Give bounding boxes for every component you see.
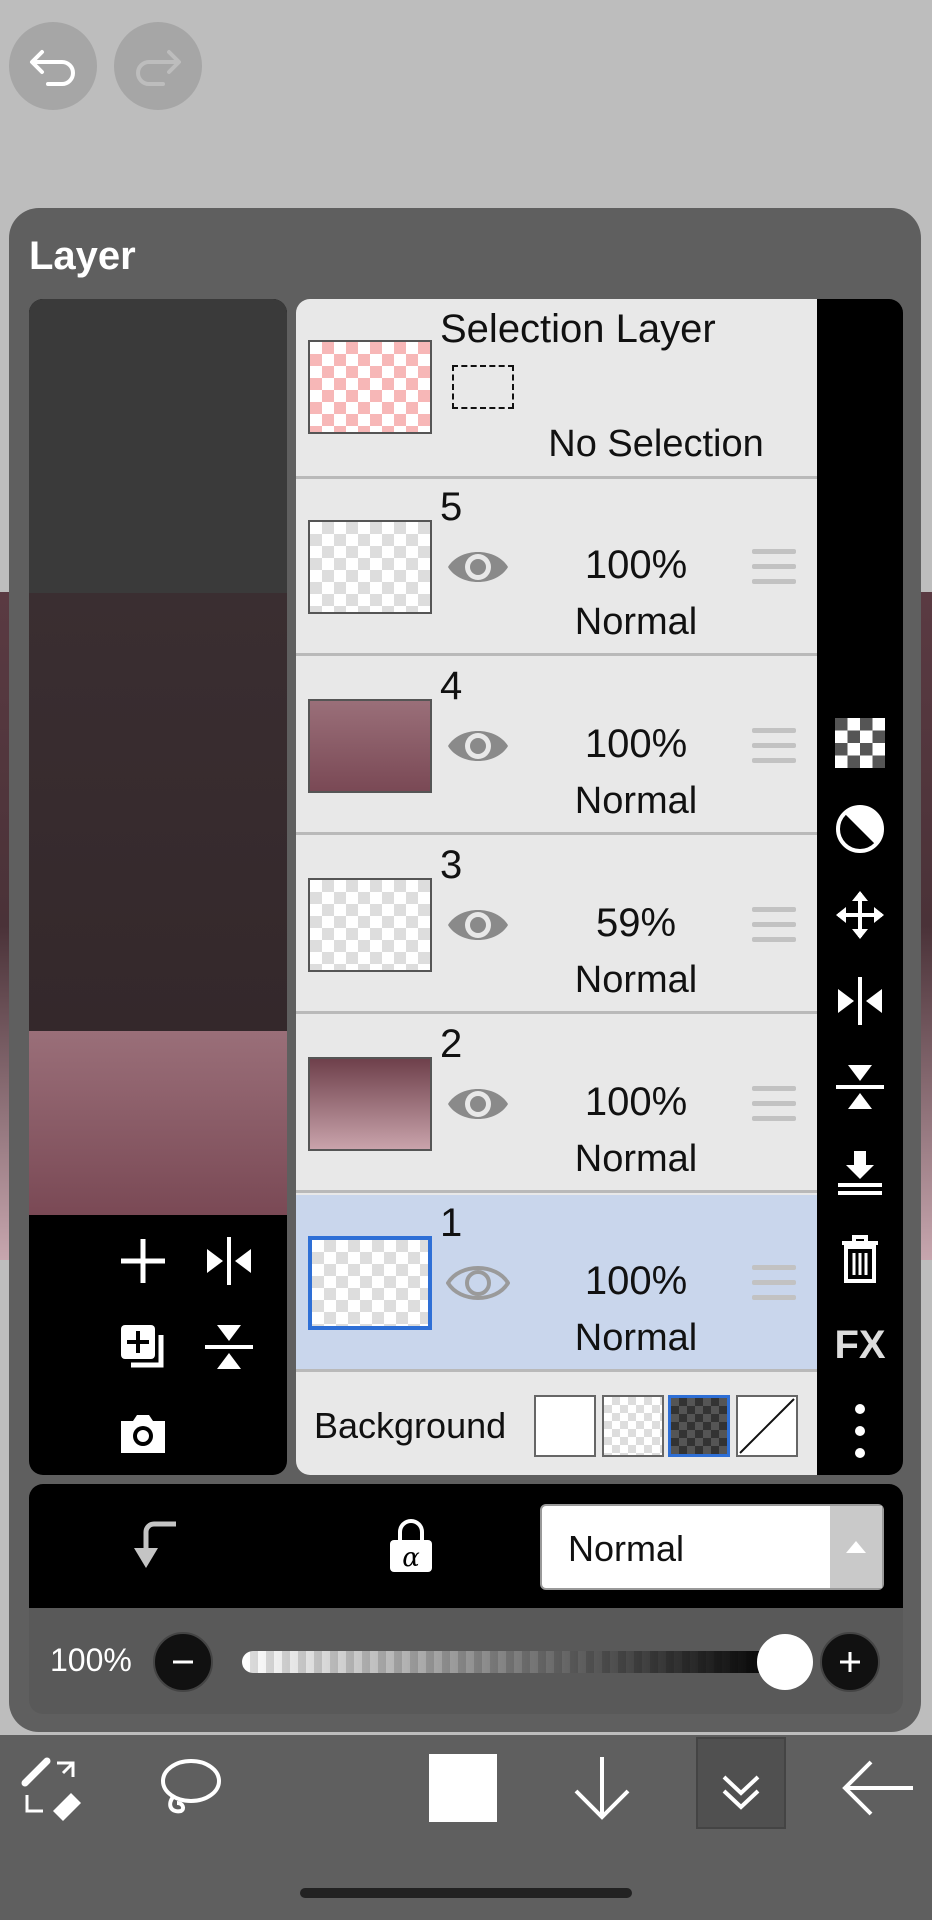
layer-opacity[interactable]: 100% xyxy=(546,543,726,588)
invert-icon[interactable] xyxy=(830,799,890,859)
selection-layer-row[interactable]: Selection Layer No Selection xyxy=(296,299,817,479)
layer-number: 4 xyxy=(440,664,463,708)
layer-blend-mode[interactable]: Normal xyxy=(546,1317,726,1360)
selection-layer-title: Selection Layer xyxy=(440,307,716,351)
flip-horizontal-icon[interactable] xyxy=(830,971,890,1031)
layer-opacity[interactable]: 100% xyxy=(546,722,726,767)
flip-vertical-icon[interactable] xyxy=(199,1317,259,1377)
layer-opacity[interactable]: 59% xyxy=(546,901,726,946)
opacity-slider-thumb[interactable] xyxy=(757,1634,813,1690)
layer-list: Selection Layer No Selection 5 100% Norm… xyxy=(296,299,817,1475)
layer-thumbnail xyxy=(308,878,432,972)
move-icon[interactable] xyxy=(830,885,890,945)
opacity-value: 100% xyxy=(50,1642,132,1678)
visibility-eye-icon[interactable] xyxy=(446,899,510,951)
lasso-icon[interactable] xyxy=(150,1748,230,1828)
background-row: Background xyxy=(296,1375,817,1475)
double-chevron-down-icon xyxy=(722,1775,760,1810)
visibility-eye-icon[interactable] xyxy=(446,1257,510,1309)
color-swatch[interactable] xyxy=(423,1748,503,1828)
layer-number: 5 xyxy=(440,485,463,529)
merge-down-icon[interactable] xyxy=(830,1143,890,1203)
layer-opacity[interactable]: 100% xyxy=(546,1080,726,1125)
drag-handle-icon[interactable] xyxy=(752,1086,796,1122)
layer-number: 2 xyxy=(440,1022,463,1066)
visibility-eye-icon[interactable] xyxy=(446,1078,510,1130)
layer-blend-mode[interactable]: Normal xyxy=(546,959,726,1002)
visibility-eye-icon[interactable] xyxy=(446,720,510,772)
checkerboard-icon[interactable] xyxy=(830,713,890,773)
selection-marquee-icon xyxy=(452,365,514,409)
opacity-slider[interactable] xyxy=(242,1651,782,1673)
duplicate-layer-icon[interactable] xyxy=(113,1317,173,1377)
layer-blend-mode[interactable]: Normal xyxy=(546,1138,726,1181)
layer-thumbnail xyxy=(308,1057,432,1151)
trash-icon[interactable] xyxy=(830,1229,890,1289)
layer-blend-mode[interactable]: Normal xyxy=(546,601,726,644)
opacity-increase-button[interactable] xyxy=(820,1632,880,1692)
layer-thumbnail xyxy=(308,699,432,793)
redo-button[interactable] xyxy=(114,22,202,110)
drag-handle-icon[interactable] xyxy=(752,549,796,585)
layer-row-5[interactable]: 5 100% Normal xyxy=(296,479,817,656)
layer-row-2[interactable]: 2 100% Normal xyxy=(296,1016,817,1193)
back-arrow-icon[interactable] xyxy=(838,1748,918,1828)
visibility-eye-icon[interactable] xyxy=(446,541,510,593)
drag-handle-icon[interactable] xyxy=(752,907,796,943)
blend-mode-value: Normal xyxy=(568,1528,685,1569)
layer-row-3[interactable]: 3 59% Normal xyxy=(296,837,817,1014)
bg-transparent-light-swatch[interactable] xyxy=(602,1395,664,1457)
selection-layer-thumbnail xyxy=(308,340,432,434)
arrow-down-icon[interactable] xyxy=(562,1748,642,1828)
redo-icon xyxy=(136,50,181,86)
chevron-up-icon xyxy=(830,1506,882,1588)
selection-status: No Selection xyxy=(548,423,764,465)
undo-button[interactable] xyxy=(9,22,97,110)
layer-tools-sidebar: FX xyxy=(817,299,903,1475)
flip-vertical-icon[interactable] xyxy=(830,1057,890,1117)
drag-handle-icon[interactable] xyxy=(752,1265,796,1301)
artwork-thumbnail[interactable] xyxy=(29,1031,287,1215)
more-options-icon[interactable] xyxy=(830,1401,890,1461)
bg-none-swatch[interactable] xyxy=(736,1395,798,1457)
opacity-decrease-button[interactable] xyxy=(153,1632,213,1692)
layers-toggle-button[interactable] xyxy=(696,1737,786,1829)
layer-row-1[interactable]: 1 100% Normal xyxy=(296,1195,817,1372)
alpha-lock-icon[interactable]: α xyxy=(381,1516,441,1576)
layer-number: 3 xyxy=(440,843,463,887)
layer-blend-mode[interactable]: Normal xyxy=(546,780,726,823)
undo-icon xyxy=(30,50,75,86)
canvas-preview xyxy=(29,299,287,1475)
svg-text:α: α xyxy=(402,1543,420,1573)
layer-number: 1 xyxy=(440,1201,463,1245)
flip-horizontal-icon[interactable] xyxy=(199,1231,259,1291)
layer-thumbnail xyxy=(308,520,432,614)
layer-thumbnail xyxy=(308,1236,432,1330)
bg-transparent-dark-swatch[interactable] xyxy=(668,1395,730,1457)
camera-icon[interactable] xyxy=(113,1403,173,1463)
blend-mode-select[interactable]: Normal xyxy=(540,1504,884,1590)
home-indicator xyxy=(300,1888,632,1898)
minus-icon xyxy=(173,1660,193,1664)
brush-eraser-icon[interactable] xyxy=(12,1748,92,1828)
background-label: Background xyxy=(314,1405,507,1446)
plus-icon xyxy=(840,1652,860,1672)
clipping-icon[interactable] xyxy=(126,1516,186,1576)
layer-row-4[interactable]: 4 100% Normal xyxy=(296,658,817,835)
fx-button[interactable]: FX xyxy=(830,1315,890,1375)
bg-white-swatch[interactable] xyxy=(534,1395,596,1457)
panel-title: Layer xyxy=(29,234,136,278)
layer-opacity[interactable]: 100% xyxy=(546,1259,726,1304)
add-layer-icon[interactable] xyxy=(113,1231,173,1291)
drag-handle-icon[interactable] xyxy=(752,728,796,764)
